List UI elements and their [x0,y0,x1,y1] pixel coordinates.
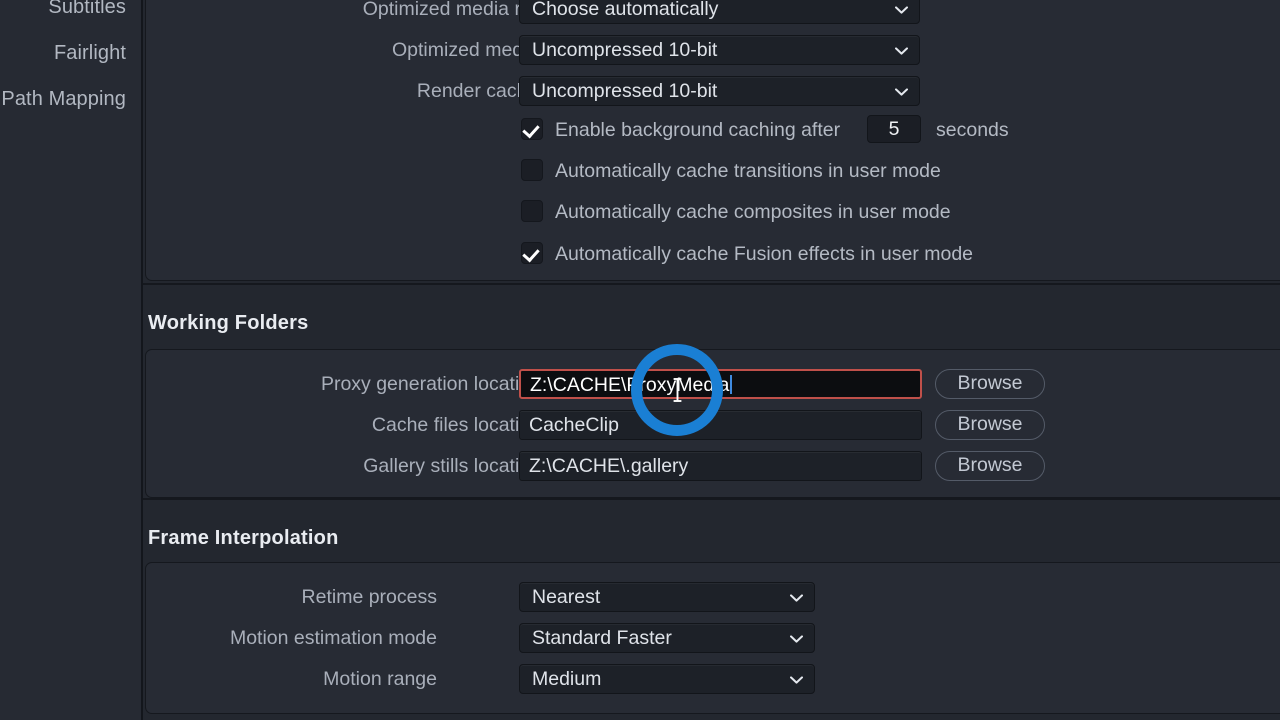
auto-cache-transitions-checkbox[interactable] [521,159,543,181]
motion-range-dropdown[interactable]: Medium [519,664,815,694]
gallery-stills-location-input[interactable]: Z:\CACHE\.gallery [519,451,922,481]
render-cache-format-dropdown[interactable]: Uncompressed 10-bit [519,76,920,106]
motion-range-value: Medium [532,668,602,690]
chevron-down-icon [790,676,803,684]
retime-process-dropdown[interactable]: Nearest [519,582,815,612]
settings-sidebar: Subtitles Fairlight Path Mapping [0,0,143,720]
cache-files-location-label: Cache files location [371,414,541,436]
cache-files-location-value: CacheClip [529,414,619,436]
enable-background-caching-checkbox[interactable] [521,118,543,140]
frame-interpolation-title: Frame Interpolation [148,527,339,549]
optimized-media-format-value: Uncompressed 10-bit [532,39,718,61]
cache-files-location-row: Cache files location CacheClip Browse [146,410,1280,440]
motion-estimation-mode-value: Standard Faster [532,627,672,649]
optimized-media-resolution-dropdown[interactable]: Choose automatically [519,0,920,24]
motion-estimation-mode-dropdown[interactable]: Standard Faster [519,623,815,653]
auto-cache-fusion-effects-checkbox[interactable] [521,242,543,264]
working-folders-title: Working Folders [148,312,309,334]
render-cache-format-value: Uncompressed 10-bit [532,80,718,102]
gallery-stills-location-value: Z:\CACHE\.gallery [529,455,689,477]
proxy-generation-location-row: Proxy generation location Z:\CACHE\Proxy… [146,369,1280,399]
chevron-down-icon [895,6,908,14]
motion-estimation-mode-row: Motion estimation mode Standard Faster [146,623,1280,653]
background-cache-seconds-input[interactable]: 5 [867,115,921,143]
proxy-generation-location-label: Proxy generation location [320,373,541,395]
render-cache-format-row: Render cache format Uncompressed 10-bit [146,76,1280,106]
sidebar-item-fairlight[interactable]: Fairlight [0,42,126,65]
chevron-down-icon [790,594,803,602]
working-folders-panel: Proxy generation location Z:\CACHE\Proxy… [145,349,1280,498]
browse-button-cache-files[interactable]: Browse [935,410,1045,440]
sidebar-item-path-mapping[interactable]: Path Mapping [0,88,126,111]
retime-process-label: Retime process [301,586,437,608]
proxy-generation-location-value: Z:\CACHE\ProxyMedia [530,371,912,399]
browse-button-gallery-stills[interactable]: Browse [935,451,1045,481]
proxy-generation-location-input[interactable]: Z:\CACHE\ProxyMedia [519,369,922,399]
frame-interpolation-panel: Retime process Nearest Motion estimation… [145,562,1280,714]
chevron-down-icon [895,88,908,96]
motion-range-row: Motion range Medium [146,664,1280,694]
optimized-media-panel: Optimized media resolution Choose automa… [145,0,1280,281]
optimized-media-format-row: Optimized media format Uncompressed 10-b… [146,35,1280,65]
sidebar-item-subtitles[interactable]: Subtitles [0,0,126,19]
project-settings-window: Subtitles Fairlight Path Mapping Optimiz… [0,0,1280,720]
optimized-media-resolution-value: Choose automatically [532,0,719,20]
auto-cache-composites-label: Automatically cache composites in user m… [555,201,951,223]
enable-background-caching-label: Enable background caching after [555,119,841,141]
gallery-stills-location-row: Gallery stills location Z:\CACHE\.galler… [146,451,1280,481]
optimized-media-resolution-row: Optimized media resolution Choose automa… [146,0,1280,24]
seconds-unit-label: seconds [936,119,1009,141]
browse-button-proxy-generation[interactable]: Browse [935,369,1045,399]
text-caret [730,375,733,394]
auto-cache-fusion-effects-label: Automatically cache Fusion effects in us… [555,243,974,265]
optimized-media-format-dropdown[interactable]: Uncompressed 10-bit [519,35,920,65]
motion-estimation-mode-label: Motion estimation mode [229,627,437,649]
motion-range-label: Motion range [323,668,437,690]
cache-files-location-input[interactable]: CacheClip [519,410,922,440]
auto-cache-transitions-label: Automatically cache transitions in user … [555,160,941,182]
retime-process-value: Nearest [532,586,601,608]
retime-process-row: Retime process Nearest [146,582,1280,612]
chevron-down-icon [895,47,908,55]
section-separator [143,283,1280,285]
chevron-down-icon [790,635,803,643]
section-separator [143,498,1280,500]
auto-cache-composites-checkbox[interactable] [521,200,543,222]
settings-content: Optimized media resolution Choose automa… [143,0,1280,720]
gallery-stills-location-label: Gallery stills location [363,455,541,477]
